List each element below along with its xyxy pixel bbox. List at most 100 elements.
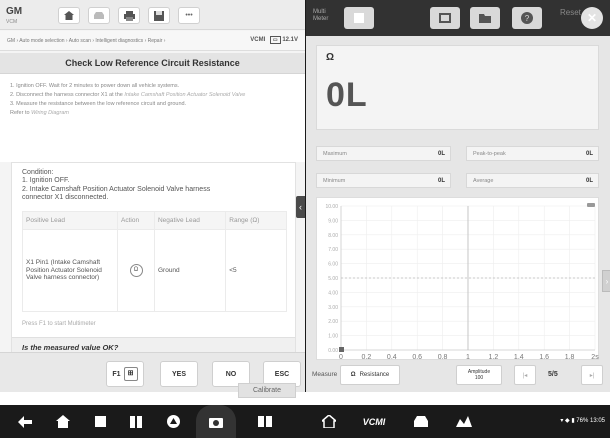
x-tick-label: 0 [339,354,343,361]
table-header: Range (Ω) [225,211,287,230]
home-icon [64,11,74,20]
measure-bar: Measure Ω Resistance Amplitude 100 |◂ 5/… [306,362,610,392]
peak-stat: Peak-to-peak 0L [466,146,599,161]
y-tick-label: 10.00 [325,204,338,210]
split-screen-button[interactable] [254,405,276,438]
y-tick-label: 7.00 [328,247,338,253]
component-link[interactable]: Intake Camshaft Position Actuator Soleno… [124,92,245,98]
step-2: 2. Disconnect the harness connector X1 a… [10,91,246,98]
vcm-icon[interactable]: VCMI [360,405,388,438]
x-tick-label: 1.8 [565,354,575,361]
recent-button[interactable] [89,405,111,438]
page-indicator: 5/5 [548,371,558,378]
unit-symbol: Ω [326,52,335,63]
browser-icon [166,415,180,428]
press-hint: Press F1 to start Multimeter [22,321,96,327]
ohm-icon: Ω [129,264,143,277]
status-clock: ▾ ◆ ▮ 76% 13:05 [560,418,605,424]
apps-button[interactable] [125,405,147,438]
condition-heading: Condition: [22,169,54,176]
top-toolbar: GM VCM ••• [0,0,305,30]
positive-lead-cell: X1 Pin1 (Intake Camshaft Position Actuat… [21,229,119,312]
reset-button[interactable]: Reset [560,8,581,17]
brand-sub: VCM [6,19,18,25]
condition-line: connector X1 disconnected. [22,194,109,202]
mode-label: Resistance [359,372,390,378]
waveform-chart: 10.00 9.00 8.00 7.00 6.00 5.00 4.00 3.00 2.00 1.0… [316,197,599,361]
save-icon [154,10,164,21]
network-icon [456,416,472,427]
y-tick-label: 0.00 [328,348,338,354]
y-tick-label: 1.00 [328,334,338,340]
back-icon [18,415,32,428]
f1-button[interactable]: F1 ⊞ [106,361,144,387]
trigger-marker [339,347,344,352]
calibrate-button[interactable]: Calibrate [238,383,296,398]
stat-value: 0L [585,178,593,184]
expand-handle[interactable]: › [602,270,610,292]
step-3: 3. Measure the resistance between the lo… [10,101,187,107]
browser-button[interactable] [162,405,184,438]
action-cell: Ω [117,229,155,312]
apps-icon [130,415,142,428]
negative-lead-cell: Ground [153,229,227,312]
back-button[interactable] [14,405,36,438]
voltage-value: 12.1V [282,37,298,43]
last-page-button[interactable]: ▸| [581,365,603,385]
collapse-handle[interactable]: ‹ [296,196,305,218]
x-tick-label: 0.2 [362,354,372,361]
first-page-button[interactable]: |◂ [514,365,536,385]
display-button[interactable] [430,7,460,29]
y-tick-label: 9.00 [328,218,338,224]
screenshot-button[interactable] [196,405,236,438]
minimum-stat: Minimum 0L [316,173,451,188]
condition-line: 2. Intake Camshaft Position Actuator Sol… [22,185,211,193]
question-text: Is the measured value OK? [22,343,119,352]
stat-value: 0L [437,178,445,184]
x-tick-label: 1.6 [539,354,549,361]
y-tick-label: 4.00 [328,290,338,296]
car-icon [94,12,104,19]
average-stat: Average 0L [466,173,599,188]
y-tick-label: 8.00 [328,233,338,239]
save-button[interactable] [148,7,170,24]
stat-label: Peak-to-peak [473,151,506,157]
maximum-stat: Maximum 0L [316,146,451,161]
x-tick-label: 1.4 [514,354,524,361]
y-tick-label: 3.00 [328,305,338,311]
stop-icon [94,416,106,427]
home-button[interactable] [58,7,80,24]
mode-selector[interactable]: Ω Resistance [340,365,400,385]
help-button[interactable]: ? [512,7,542,29]
measure-label: Measure [312,371,338,378]
print-button[interactable] [118,7,140,24]
amplitude-selector[interactable]: Amplitude 100 [456,365,502,385]
home-icon [56,415,70,428]
help-icon: ? [521,12,533,24]
range-cell: <5 [225,229,287,312]
multimeter-icon: ⊞ [123,367,138,381]
close-button[interactable]: ✕ [581,7,603,29]
home-button-sys[interactable] [52,405,74,438]
table-header: Negative Lead [153,211,227,230]
home2-button[interactable] [318,405,340,438]
car-button[interactable] [88,7,110,24]
multimeter-panel: Multi Meter ? Reset ✕ Ω 0L Maximum 0L Pea… [306,0,610,392]
diagnostic-panel: GM VCM ••• GM › Auto mode selection › Au… [0,0,305,392]
step-3-ref: Refer to Wiring Diagram [10,109,69,116]
car-icon [414,416,428,427]
network-button[interactable] [453,405,475,438]
step-1: 1. Ignition OFF. Wait for 2 minutes to p… [10,83,180,89]
wiring-diagram-link[interactable]: Wiring Diagram [31,110,69,116]
home2-icon [322,415,336,428]
x-tick-label: 1 [466,354,470,361]
more-button[interactable]: ••• [178,7,200,24]
multimeter-logo: Multi Meter [313,9,329,22]
table-header: Action [117,211,155,230]
yes-button[interactable]: YES [160,361,198,387]
y-tick-label: 6.00 [328,262,338,268]
vehicle-button[interactable] [410,405,432,438]
camera-icon [209,417,223,428]
stop-button[interactable] [344,7,374,29]
folder-button[interactable] [470,7,500,29]
